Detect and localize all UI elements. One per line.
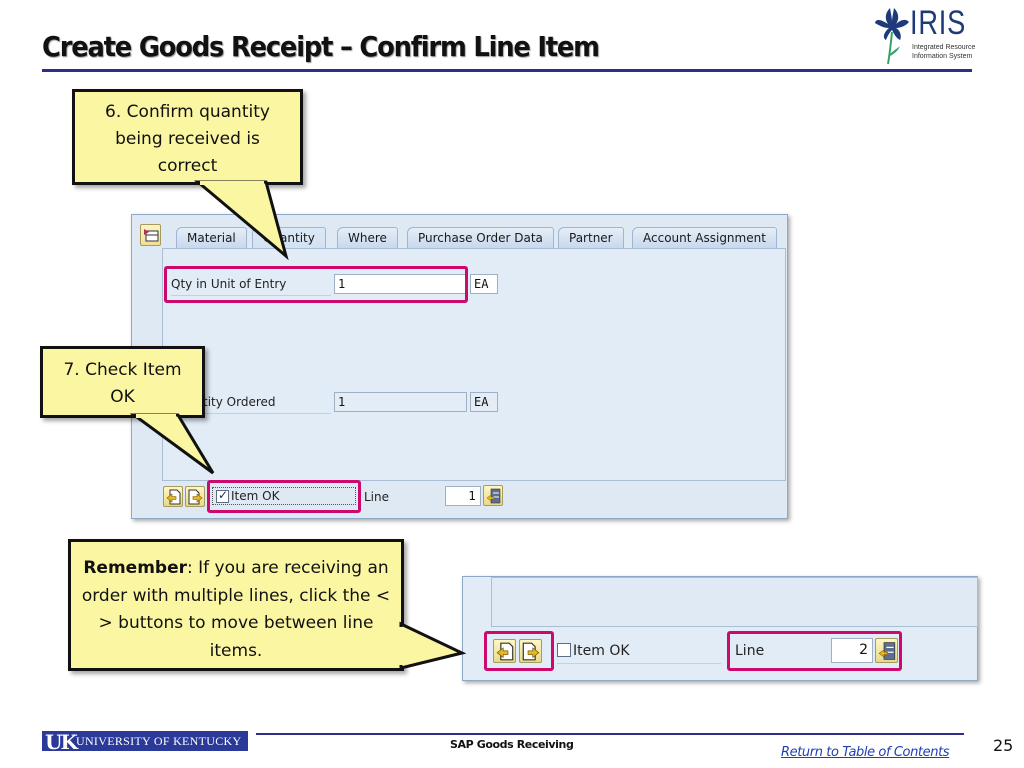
next-item-button[interactable]: [185, 486, 205, 507]
callout-step-6: 6. Confirm quantity being received is co…: [72, 89, 303, 185]
footer-rule: [256, 733, 964, 735]
iris-subtitle-line2: Information System: [912, 53, 973, 60]
footer-title: SAP Goods Receiving: [450, 738, 574, 751]
qty-ordered-value: 1: [334, 392, 467, 412]
qty-unit-entry-unit[interactable]: EA: [470, 274, 498, 294]
iris-logo-subtitle: Integrated Resource Information System: [912, 43, 992, 61]
detail-toggle-icon: [144, 229, 159, 242]
line-field-highlight: [727, 631, 902, 671]
title-underline: [42, 69, 972, 72]
callout-step-6-pointer: [193, 180, 289, 261]
callout-remember: Remember: If you are receiving an order …: [68, 539, 404, 671]
page-title: Create Goods Receipt – Confirm Line Item: [42, 30, 600, 63]
university-of-kentucky-logo: UK UNIVERSITY OF KENTUCKY: [42, 730, 248, 754]
go-to-line-button[interactable]: [483, 485, 503, 506]
item-ok-highlight: [207, 480, 361, 513]
callout-step-7-text: 7. Check Item OK: [63, 360, 182, 407]
university-name: UNIVERSITY OF KENTUCKY: [76, 734, 242, 748]
line-number-input[interactable]: 1: [445, 486, 481, 506]
detail-item-ok-label: Item OK: [573, 643, 630, 659]
toggle-detail-button[interactable]: [140, 224, 161, 246]
callout-step-7-pointer: [130, 413, 215, 475]
iris-logo-text: IRIS: [910, 4, 967, 42]
previous-item-icon: [166, 489, 181, 505]
uk-mark: UK: [45, 730, 78, 754]
line-label: Line: [364, 490, 390, 504]
return-to-toc-link[interactable]: Return to Table of Contents: [781, 745, 950, 760]
callout-step-7: 7. Check Item OK: [40, 346, 205, 418]
detail-item-ok-underline: [557, 663, 721, 664]
qty-ordered-unit: EA: [470, 392, 498, 412]
page-number: 25: [993, 736, 1014, 755]
tab-where[interactable]: Where: [337, 227, 398, 248]
qty-unit-entry-highlight: [164, 266, 468, 303]
remember-heading: Remember: [83, 558, 188, 578]
next-item-icon: [188, 489, 203, 505]
iris-subtitle-line1: Integrated Resource: [912, 44, 976, 51]
callout-remember-pointer: [398, 621, 467, 670]
detail-item-ok-checkbox[interactable]: [557, 643, 571, 657]
detail-content-area: [491, 577, 978, 627]
tab-partner[interactable]: Partner: [558, 227, 624, 248]
nav-buttons-highlight: [484, 631, 554, 671]
callout-step-6-text: 6. Confirm quantity being received is co…: [105, 102, 270, 176]
iris-logo: IRIS Integrated Resource Information Sys…: [872, 4, 982, 68]
previous-item-button[interactable]: [163, 486, 183, 507]
go-to-line-icon: [486, 488, 501, 504]
tab-purchase-order-data[interactable]: Purchase Order Data: [407, 227, 554, 248]
tab-account-assignment[interactable]: Account Assignment: [632, 227, 777, 248]
iris-flower-icon: [875, 8, 909, 65]
